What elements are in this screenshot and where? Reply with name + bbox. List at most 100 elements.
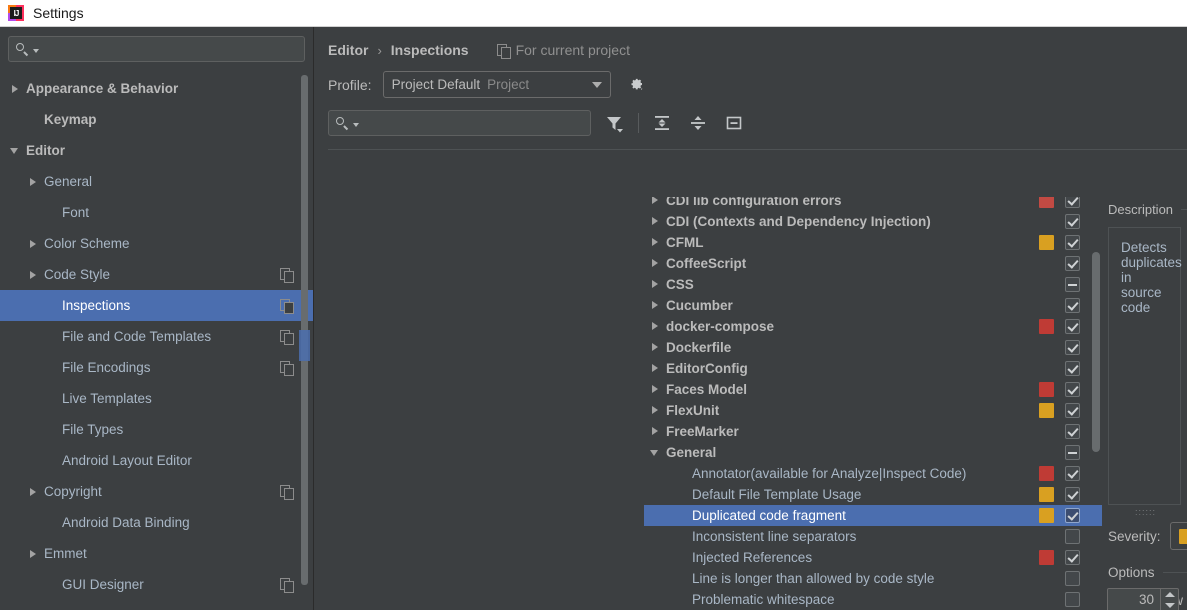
chevron-right-icon[interactable] — [26, 547, 40, 561]
inspection-row[interactable]: CDI lib configuration errors — [644, 197, 1102, 211]
reset-to-default-button[interactable] — [721, 110, 747, 136]
inspection-row[interactable]: Cucumber — [644, 295, 1102, 316]
inspection-enabled-checkbox[interactable] — [1065, 508, 1080, 523]
inspection-row[interactable]: CDI (Contexts and Dependency Injection) — [644, 211, 1102, 232]
inspections-search-input[interactable] — [328, 110, 591, 136]
inspection-row[interactable]: Line is longer than allowed by code styl… — [644, 568, 1102, 589]
inspection-row[interactable]: Duplicated code fragment — [644, 505, 1102, 526]
breadcrumb-parent[interactable]: Editor — [328, 42, 368, 58]
quantity-stepper[interactable]: 30 — [1107, 588, 1179, 610]
inspection-row[interactable]: Annotator (available for Analyze|Inspect… — [644, 463, 1102, 484]
chevron-down-icon[interactable] — [1164, 603, 1175, 608]
sidebar-item-emmet[interactable]: Emmet — [0, 538, 313, 569]
chevron-up-icon[interactable] — [1164, 592, 1175, 597]
sidebar-item-code-style[interactable]: Code Style — [0, 259, 313, 290]
inspection-enabled-checkbox[interactable] — [1065, 571, 1080, 586]
inspection-enabled-checkbox[interactable] — [1065, 235, 1080, 250]
sidebar-item-live-templates[interactable]: Live Templates — [0, 383, 313, 414]
inspection-row[interactable]: CSS — [644, 274, 1102, 295]
inspection-row[interactable]: EditorConfig — [644, 358, 1102, 379]
inspection-enabled-checkbox[interactable] — [1065, 466, 1080, 481]
chevron-right-icon[interactable] — [648, 340, 663, 355]
severity-color-swatch — [1039, 235, 1054, 250]
collapse-all-button[interactable] — [685, 110, 711, 136]
inspection-enabled-checkbox[interactable] — [1065, 487, 1080, 502]
chevron-down-icon[interactable] — [648, 445, 663, 460]
chevron-right-icon[interactable] — [8, 82, 22, 96]
chevron-down-icon[interactable] — [8, 144, 22, 158]
inspections-scrollbar-thumb[interactable] — [1092, 252, 1100, 452]
inspection-enabled-checkbox[interactable] — [1065, 319, 1080, 334]
chevron-right-icon[interactable] — [648, 424, 663, 439]
inspection-enabled-checkbox[interactable] — [1065, 529, 1080, 544]
chevron-right-icon[interactable] — [26, 175, 40, 189]
chevron-right-icon[interactable] — [648, 197, 663, 208]
sidebar-item-color-scheme[interactable]: Color Scheme — [0, 228, 313, 259]
options-header-rule — [1162, 572, 1187, 573]
inspection-row[interactable]: CFML — [644, 232, 1102, 253]
sidebar-item-keymap[interactable]: Keymap — [0, 104, 313, 135]
inspection-enabled-checkbox[interactable] — [1065, 277, 1080, 292]
sidebar-item-font[interactable]: Font — [0, 197, 313, 228]
sidebar-item-gui-designer[interactable]: GUI Designer — [0, 569, 313, 600]
inspection-row[interactable]: FreeMarker — [644, 421, 1102, 442]
severity-combobox[interactable]: Warning — [1169, 522, 1187, 550]
sidebar-item-inspections[interactable]: Inspections — [0, 290, 313, 321]
inspection-enabled-checkbox[interactable] — [1065, 197, 1080, 208]
inspection-row[interactable]: Injected References — [644, 547, 1102, 568]
inspection-enabled-checkbox[interactable] — [1065, 382, 1080, 397]
sidebar-item-label: Live Templates — [62, 391, 152, 406]
inspection-row[interactable]: FlexUnit — [644, 400, 1102, 421]
stepper-buttons[interactable] — [1160, 589, 1178, 610]
chevron-right-icon[interactable] — [648, 277, 663, 292]
sidebar-item-general[interactable]: General — [0, 166, 313, 197]
chevron-right-icon[interactable] — [648, 298, 663, 313]
inspection-row[interactable]: Inconsistent line separators — [644, 526, 1102, 547]
chevron-right-icon[interactable] — [648, 361, 663, 376]
expand-all-button[interactable] — [649, 110, 675, 136]
chevron-right-icon[interactable] — [26, 268, 40, 282]
inspection-row[interactable]: General — [644, 442, 1102, 463]
chevron-right-icon[interactable] — [26, 237, 40, 251]
option-value[interactable]: 30 — [1108, 589, 1160, 610]
inspection-enabled-checkbox[interactable] — [1065, 340, 1080, 355]
chevron-down-icon[interactable] — [33, 49, 39, 53]
inspection-row[interactable]: Dockerfile — [644, 337, 1102, 358]
filter-button[interactable] — [601, 110, 627, 136]
inspection-enabled-checkbox[interactable] — [1065, 592, 1080, 607]
inspection-row[interactable]: Default File Template Usage — [644, 484, 1102, 505]
sidebar-item-file-and-code-templates[interactable]: File and Code Templates — [0, 321, 313, 352]
sidebar-item-android-data-binding[interactable]: Android Data Binding — [0, 507, 313, 538]
inspection-enabled-checkbox[interactable] — [1065, 550, 1080, 565]
inspection-enabled-checkbox[interactable] — [1065, 214, 1080, 229]
inspection-row[interactable]: Problematic whitespace — [644, 589, 1102, 610]
inspection-enabled-checkbox[interactable] — [1065, 361, 1080, 376]
chevron-right-icon[interactable] — [648, 319, 663, 334]
inspection-enabled-checkbox[interactable] — [1065, 445, 1080, 460]
chevron-right-icon[interactable] — [648, 403, 663, 418]
sidebar-item-appearance-behavior[interactable]: Appearance & Behavior — [0, 73, 313, 104]
inspection-row[interactable]: Faces Model — [644, 379, 1102, 400]
sidebar-item-android-layout-editor[interactable]: Android Layout Editor — [0, 445, 313, 476]
sidebar-item-copyright[interactable]: Copyright — [0, 476, 313, 507]
sidebar-item-file-types[interactable]: File Types — [0, 414, 313, 445]
chevron-right-icon[interactable] — [648, 235, 663, 250]
profile-settings-button[interactable] — [627, 74, 649, 96]
inspection-row[interactable]: docker-compose — [644, 316, 1102, 337]
chevron-down-icon[interactable] — [591, 81, 602, 88]
profile-combobox[interactable]: Project Default Project — [382, 71, 611, 98]
sidebar-item-file-encodings[interactable]: File Encodings — [0, 352, 313, 383]
chevron-right-icon[interactable] — [648, 214, 663, 229]
inspection-row[interactable]: CoffeeScript — [644, 253, 1102, 274]
inspection-enabled-checkbox[interactable] — [1065, 256, 1080, 271]
inspection-enabled-checkbox[interactable] — [1065, 298, 1080, 313]
inspection-enabled-checkbox[interactable] — [1065, 424, 1080, 439]
sidebar-search-input[interactable] — [8, 36, 305, 62]
chevron-right-icon[interactable] — [648, 256, 663, 271]
sidebar-item-editor[interactable]: Editor — [0, 135, 313, 166]
chevron-down-icon[interactable] — [353, 123, 359, 127]
splitter-grip[interactable]: :::::: — [1104, 507, 1187, 518]
chevron-right-icon[interactable] — [648, 382, 663, 397]
chevron-right-icon[interactable] — [26, 485, 40, 499]
inspection-enabled-checkbox[interactable] — [1065, 403, 1080, 418]
